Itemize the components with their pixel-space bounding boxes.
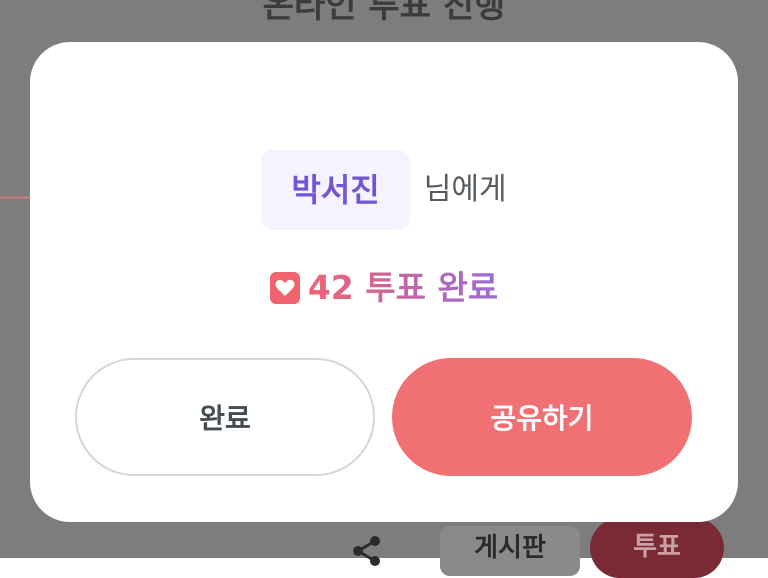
done-button[interactable]: 완료 <box>75 358 375 476</box>
board-button: 게시판 <box>440 526 580 576</box>
share-icon <box>350 534 384 568</box>
vote-complete-dialog: 박서진 님에게 42 투표 완료 완료 공유하기 <box>30 42 738 522</box>
vote-result-text: 42 투표 완료 <box>308 264 498 312</box>
background-bottom-bar: 게시판 투표 <box>310 518 768 578</box>
recipient-name: 박서진 <box>261 150 410 230</box>
share-button[interactable]: 공유하기 <box>392 358 692 476</box>
recipient-suffix: 님에게 <box>423 172 507 207</box>
vote-result-row: 42 투표 완료 <box>30 264 738 312</box>
heart-icon <box>269 272 300 304</box>
background-page-title: 온라인 투표 진행 <box>262 0 506 26</box>
background-divider <box>0 196 30 199</box>
recipient-row: 박서진 님에게 <box>30 150 738 230</box>
vote-button: 투표 <box>590 518 724 578</box>
